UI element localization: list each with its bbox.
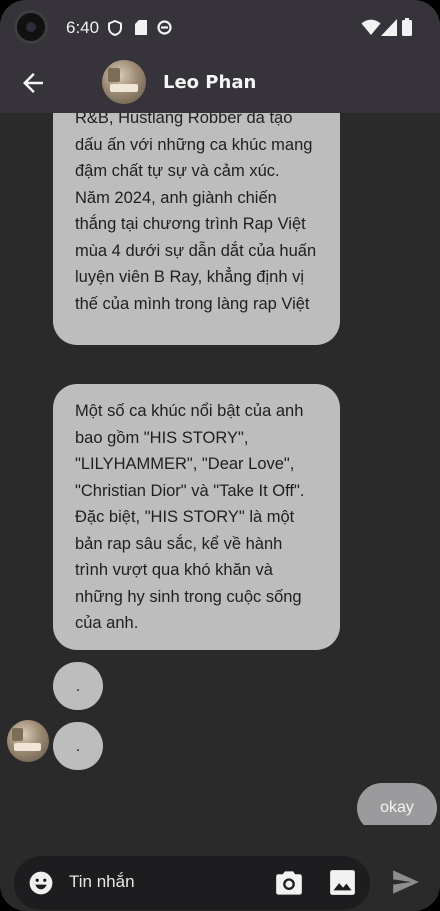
wifi-icon [361, 19, 381, 35]
sender-avatar [7, 720, 49, 762]
battery-icon [402, 18, 412, 36]
send-icon[interactable] [392, 869, 420, 895]
cell-signal-icon [381, 19, 397, 36]
received-message-bubble[interactable]: R&B, Hustlang Robber đã tạo dấu ấn với n… [53, 113, 340, 345]
image-icon[interactable] [329, 869, 356, 896]
app-bar: Leo Phan [0, 56, 440, 113]
received-message-bubble[interactable]: . [53, 722, 103, 770]
phone-screen: 6:40 Leo Phan R&B, Hustlang Robber đã tạ… [0, 0, 440, 911]
status-time: 6:40 [66, 18, 100, 37]
received-message-bubble[interactable]: . [53, 662, 103, 710]
status-bar: 6:40 [0, 0, 440, 56]
sent-message-bubble[interactable]: okay [357, 783, 437, 825]
contact-name[interactable]: Leo Phan [163, 72, 256, 93]
camera-icon[interactable] [275, 870, 303, 896]
sim-card-icon [135, 20, 147, 35]
arrow-left-icon[interactable] [18, 68, 48, 98]
received-message-bubble[interactable]: Một số ca khúc nổi bật của anh bao gồm "… [53, 384, 340, 650]
contact-avatar[interactable] [102, 60, 146, 104]
top-bar: 6:40 Leo Phan [0, 0, 440, 113]
front-camera [14, 10, 48, 44]
message-composer: Tin nhắn [14, 856, 370, 910]
shield-icon [108, 20, 122, 36]
message-list[interactable]: R&B, Hustlang Robber đã tạo dấu ấn với n… [0, 113, 440, 825]
message-input[interactable]: Tin nhắn [69, 872, 135, 892]
emoji-icon[interactable] [28, 870, 54, 896]
data-saver-icon [157, 20, 172, 35]
